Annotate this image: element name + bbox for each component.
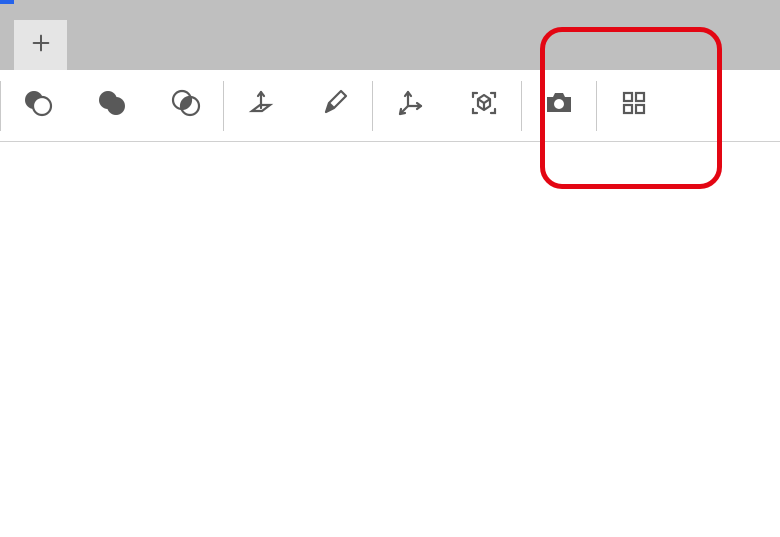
edit-button[interactable] bbox=[298, 70, 372, 142]
grid-view-button[interactable] bbox=[597, 70, 671, 142]
grid-icon bbox=[617, 86, 651, 125]
focus-cube-icon bbox=[467, 86, 501, 125]
boolean-union-icon bbox=[95, 86, 129, 125]
axes-icon bbox=[393, 86, 427, 125]
boolean-union-button[interactable] bbox=[75, 70, 149, 142]
boolean-intersect-icon bbox=[169, 86, 203, 125]
new-tab-button[interactable] bbox=[14, 20, 67, 70]
camera-button[interactable] bbox=[522, 70, 596, 142]
toolbar bbox=[0, 70, 780, 142]
pencil-icon bbox=[318, 86, 352, 125]
focus-cube-button[interactable] bbox=[447, 70, 521, 142]
boolean-subtract-icon bbox=[21, 86, 55, 125]
tab-strip bbox=[0, 0, 780, 70]
move-axes-button[interactable] bbox=[373, 70, 447, 142]
boolean-intersect-button[interactable] bbox=[149, 70, 223, 142]
insert-axis-button[interactable] bbox=[224, 70, 298, 142]
axis-plane-icon bbox=[244, 86, 278, 125]
plus-icon bbox=[30, 32, 52, 59]
boolean-subtract-button[interactable] bbox=[1, 70, 75, 142]
camera-icon bbox=[542, 86, 576, 125]
